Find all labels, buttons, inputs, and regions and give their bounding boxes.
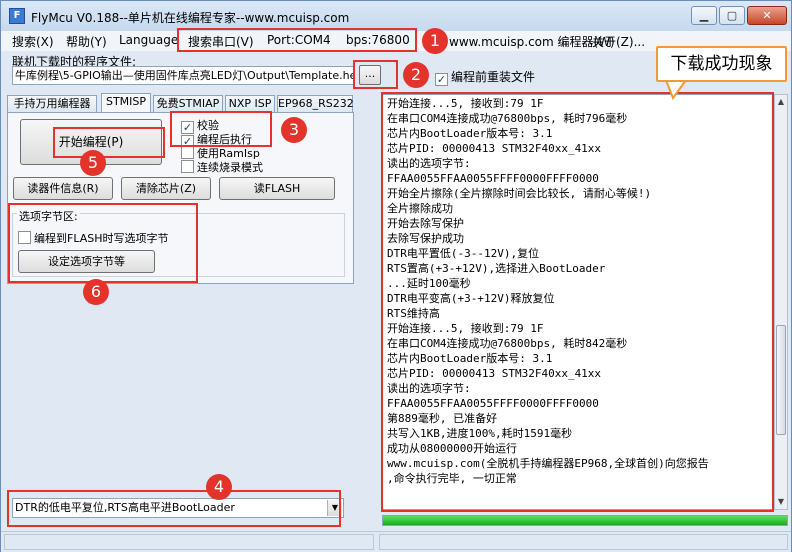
continuous-burn-checkbox[interactable]: 连续烧录模式: [181, 159, 263, 175]
continuous-checkbox-box[interactable]: [181, 160, 194, 173]
menu-language[interactable]: Language: [119, 33, 178, 47]
flymcu-window: F FlyMcu V0.188--单片机在线编程专家--www.mcuisp.c…: [0, 0, 792, 552]
annotation-box-port-settings: [177, 28, 417, 52]
annotation-badge-1: 1: [422, 28, 448, 54]
erase-chip-button[interactable]: 清除芯片(Z): [121, 177, 211, 200]
annotation-box-options: [170, 111, 272, 147]
tab-handheld[interactable]: 手持万用编程器: [7, 95, 97, 113]
annotation-badge-6: 6: [83, 279, 109, 305]
scroll-down-icon[interactable]: ▼: [775, 495, 787, 509]
annotation-box-start: [53, 127, 165, 158]
log-scrollbar[interactable]: ▲ ▼: [774, 94, 788, 510]
scroll-thumb[interactable]: [776, 325, 786, 435]
ramisp-checkbox-box[interactable]: [181, 146, 194, 159]
menu-programmer[interactable]: www.mcuisp.com 编程器(W): [449, 33, 615, 50]
annotation-box-browse: [353, 60, 398, 89]
close-button[interactable]: ✕: [747, 6, 787, 25]
reload-checkbox-label: 编程前重装文件: [451, 70, 536, 84]
scroll-up-icon[interactable]: ▲: [775, 95, 787, 109]
program-file-path[interactable]: 牛库例程\5-GPIO输出—使用固件库点亮LED灯\Output\Templat…: [12, 66, 355, 85]
status-segment-right: [379, 534, 788, 550]
app-icon: F: [9, 8, 25, 24]
tab-ep968[interactable]: EP968_RS232: [277, 95, 354, 113]
annotation-badge-3: 3: [281, 117, 307, 143]
tab-stmisp[interactable]: STMISP: [101, 93, 151, 114]
menu-about[interactable]: 关于(Z)...: [592, 33, 645, 50]
reload-checkbox-box[interactable]: ✓: [435, 73, 448, 86]
progress-bar: [382, 515, 788, 526]
annotation-badge-2: 2: [403, 62, 429, 88]
title-bar: F FlyMcu V0.188--单片机在线编程专家--www.mcuisp.c…: [1, 1, 791, 31]
read-flash-button[interactable]: 读FLASH: [219, 177, 335, 200]
maximize-button[interactable]: ▢: [719, 6, 745, 25]
read-device-info-button[interactable]: 读器件信息(R): [13, 177, 113, 200]
progress-fill: [383, 516, 787, 525]
annotation-box-log: [381, 92, 774, 512]
window-title: FlyMcu V0.188--单片机在线编程专家--www.mcuisp.com: [31, 11, 350, 25]
reload-before-program-checkbox[interactable]: ✓ 编程前重装文件: [435, 68, 535, 86]
annotation-box-option-bytes: [8, 203, 198, 283]
status-segment-left: [4, 534, 374, 550]
annotation-badge-4: 4: [206, 474, 232, 500]
annotation-badge-5: 5: [80, 150, 106, 176]
download-success-callout: 下载成功现象: [656, 46, 787, 82]
menu-help[interactable]: 帮助(Y): [66, 33, 107, 50]
minimize-button[interactable]: ▁: [691, 6, 717, 25]
annotation-box-reset-mode: [7, 490, 341, 527]
continuous-label: 连续烧录模式: [197, 161, 263, 174]
menu-search[interactable]: 搜索(X): [12, 33, 54, 50]
status-bar: [1, 531, 791, 552]
